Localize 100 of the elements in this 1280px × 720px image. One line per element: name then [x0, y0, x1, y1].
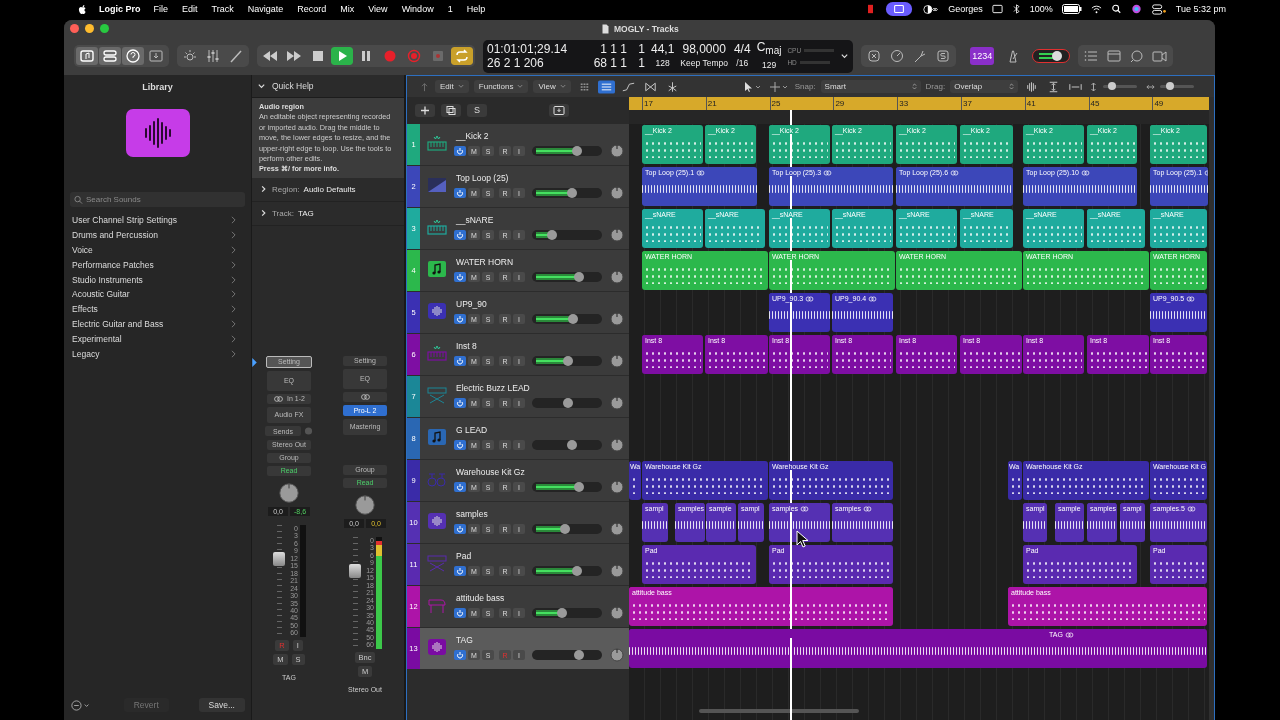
slider-handle[interactable] [1107, 82, 1116, 90]
library-category[interactable]: Drums and Percussion [64, 227, 251, 243]
track-name[interactable]: Inst 8 [454, 341, 624, 351]
menu-button[interactable]: Edit [435, 80, 469, 93]
slider-handle[interactable] [562, 356, 573, 366]
volume-slider[interactable] [532, 356, 602, 366]
library-category[interactable]: Legacy [64, 346, 251, 361]
library-category[interactable]: Effects [64, 301, 251, 317]
pan-knob[interactable] [610, 228, 624, 242]
add-track-icon[interactable] [415, 104, 435, 117]
pan-knob[interactable] [278, 481, 300, 504]
crosshair-tool-icon[interactable] [767, 79, 790, 94]
slider-handle[interactable] [1166, 82, 1175, 90]
save-button[interactable]: Save... [198, 698, 245, 712]
quick-help-title[interactable]: Quick Help [272, 81, 314, 91]
slider-handle[interactable] [573, 482, 584, 492]
wifi-icon[interactable] [1090, 4, 1102, 14]
track-name[interactable]: G LEAD [454, 425, 624, 435]
slider-handle[interactable] [566, 440, 577, 450]
minimize-window-icon[interactable] [85, 24, 94, 33]
menu-item[interactable]: Mix [340, 4, 355, 14]
search-icon[interactable] [1110, 4, 1122, 14]
fader-handle[interactable] [273, 552, 285, 567]
siri-icon[interactable] [1130, 4, 1142, 14]
toggle-switch-icon[interactable] [1032, 49, 1071, 63]
pan-knob[interactable] [610, 270, 624, 284]
track-name[interactable]: UP9_90 [454, 299, 624, 309]
volume-slider[interactable] [532, 188, 602, 198]
menu-item[interactable]: File [153, 4, 169, 14]
global-solo-button[interactable]: S [467, 104, 487, 117]
pan-knob[interactable] [610, 438, 624, 452]
pan-knob[interactable] [610, 396, 624, 410]
help-icon[interactable] [122, 47, 144, 65]
pan-knob[interactable] [610, 564, 624, 578]
horizontal-zoom-slider[interactable] [1160, 85, 1195, 88]
horizontal-scrollbar[interactable] [699, 709, 859, 713]
power-button[interactable] [454, 398, 466, 408]
volume-slider[interactable] [532, 314, 602, 324]
chevron-down-icon[interactable] [840, 51, 850, 61]
track-name[interactable]: __Kick 2 [454, 131, 624, 141]
menu-item[interactable]: Window [401, 4, 434, 14]
menu-item[interactable]: Navigate [247, 4, 284, 14]
menu-button[interactable]: Functions [473, 80, 529, 93]
zoom-window-icon[interactable] [100, 24, 109, 33]
slider-handle[interactable] [571, 146, 582, 156]
app-menu[interactable]: Logic Pro [99, 4, 141, 14]
chevron-down-icon[interactable] [257, 81, 266, 91]
power-button[interactable] [454, 482, 466, 492]
vertical-zoom-slider[interactable] [1103, 85, 1138, 88]
power-button[interactable] [454, 356, 466, 366]
power-button[interactable] [454, 566, 466, 576]
cycle-button[interactable] [451, 47, 473, 65]
volume-slider[interactable] [532, 608, 602, 618]
power-button[interactable] [454, 524, 466, 534]
slider-handle[interactable] [562, 398, 573, 408]
track-name[interactable]: Top Loop (25) [454, 173, 624, 183]
back-arrow-icon[interactable] [419, 81, 430, 92]
power-button[interactable] [454, 188, 466, 198]
apple-logo-icon[interactable] [78, 3, 87, 15]
slider-handle[interactable] [557, 608, 568, 618]
pan-knob[interactable] [610, 144, 624, 158]
menu-item[interactable]: View [368, 4, 388, 14]
volume-slider[interactable] [532, 440, 602, 450]
track-name[interactable]: samples [454, 509, 624, 519]
track-name[interactable]: TAG [454, 635, 624, 645]
bluetooth-icon[interactable] [1011, 4, 1021, 14]
search-field[interactable]: Search Sounds [70, 192, 245, 207]
link-icon[interactable] [359, 391, 371, 402]
library-category[interactable]: Acoustic Guitar [64, 287, 251, 302]
record-indicator-icon[interactable] [866, 4, 876, 14]
slider-handle[interactable] [559, 524, 570, 534]
section-label[interactable]: Region: [272, 184, 300, 194]
slider-handle[interactable] [547, 230, 558, 240]
slider-handle[interactable] [568, 314, 579, 324]
screen-share-icon[interactable] [884, 2, 915, 16]
slider-handle[interactable] [566, 188, 577, 198]
volume-slider[interactable] [532, 398, 602, 408]
slider-handle[interactable] [573, 650, 584, 660]
library-icon[interactable] [76, 47, 98, 65]
library-category[interactable]: Studio Instruments [64, 272, 251, 287]
chevron-right-icon[interactable] [259, 184, 268, 195]
slider-handle[interactable] [573, 272, 584, 282]
menu-button[interactable]: View [533, 80, 571, 93]
chevron-right-icon[interactable] [259, 208, 268, 219]
library-category[interactable]: Performance Patches [64, 257, 251, 273]
slider-handle[interactable] [571, 566, 582, 576]
menu-item[interactable]: Edit [182, 4, 198, 14]
tray-icon[interactable] [549, 104, 569, 117]
pan-knob[interactable] [610, 312, 624, 326]
contrast-icon[interactable] [923, 3, 940, 15]
volume-slider[interactable] [532, 272, 602, 282]
control-center-icon[interactable] [1150, 3, 1167, 15]
volume-slider[interactable] [532, 566, 602, 576]
timeline-ruler[interactable]: 17 21 25 29 33 37 41 45 49 [629, 97, 1209, 124]
close-window-icon[interactable] [70, 24, 79, 33]
menu-item[interactable]: 1 [447, 4, 453, 14]
fader-handle[interactable] [349, 564, 361, 579]
library-category[interactable]: Electric Guitar and Bass [64, 316, 251, 332]
power-button[interactable] [454, 314, 466, 324]
pan-knob[interactable] [610, 354, 624, 368]
